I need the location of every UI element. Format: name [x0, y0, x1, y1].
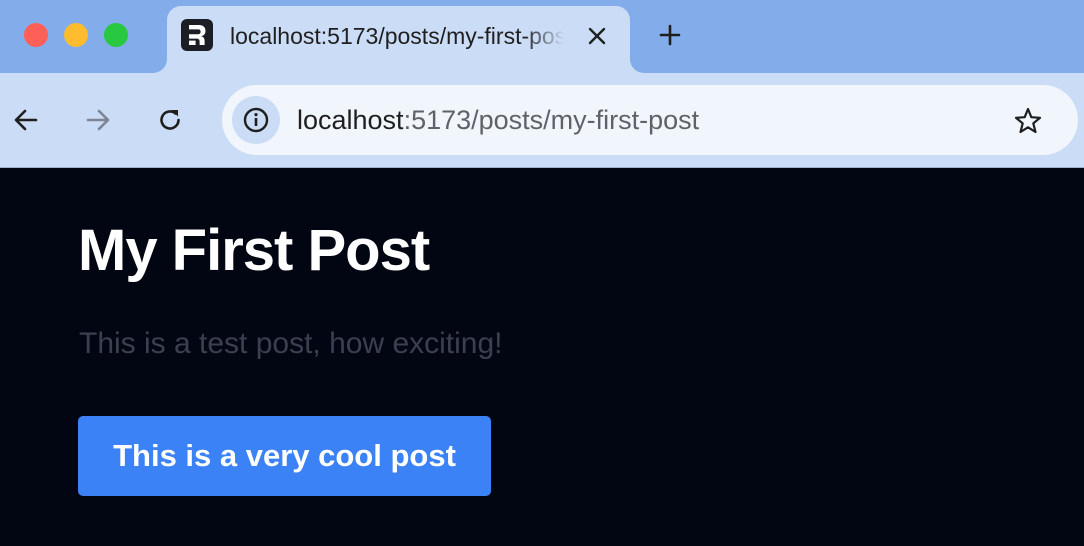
star-icon[interactable] — [1012, 105, 1044, 137]
new-tab-plus-icon[interactable] — [655, 20, 685, 50]
cool-post-button[interactable]: This is a very cool post — [78, 416, 491, 496]
remix-logo-icon — [181, 19, 213, 51]
url-host: localhost — [297, 105, 404, 135]
browser-toolbar: localhost:5173/posts/my-first-post — [0, 73, 1084, 168]
post-title: My First Post — [78, 218, 430, 283]
window-maximize-button[interactable] — [104, 23, 128, 47]
window-close-button[interactable] — [24, 23, 48, 47]
address-bar[interactable]: localhost:5173/posts/my-first-post — [222, 85, 1078, 155]
close-icon[interactable] — [584, 23, 610, 49]
url-path: :5173/posts/my-first-post — [403, 105, 700, 135]
tab-title: localhost:5173/posts/my-first-post — [230, 23, 564, 49]
tab-strip: localhost:5173/posts/my-first-post — [0, 0, 1084, 73]
window-minimize-button[interactable] — [64, 23, 88, 47]
browser-window: localhost:5173/posts/my-first-post local… — [0, 0, 1084, 546]
browser-tab[interactable]: localhost:5173/posts/my-first-post — [167, 6, 630, 73]
page-content: My First Post This is a test post, how e… — [0, 168, 1084, 546]
url-text[interactable]: localhost:5173/posts/my-first-post — [297, 105, 699, 135]
reload-icon[interactable] — [155, 105, 185, 135]
back-arrow-icon[interactable] — [11, 105, 41, 135]
forward-arrow-icon[interactable] — [83, 105, 113, 135]
post-subtitle: This is a test post, how exciting! — [79, 327, 503, 360]
info-icon[interactable] — [232, 96, 280, 144]
